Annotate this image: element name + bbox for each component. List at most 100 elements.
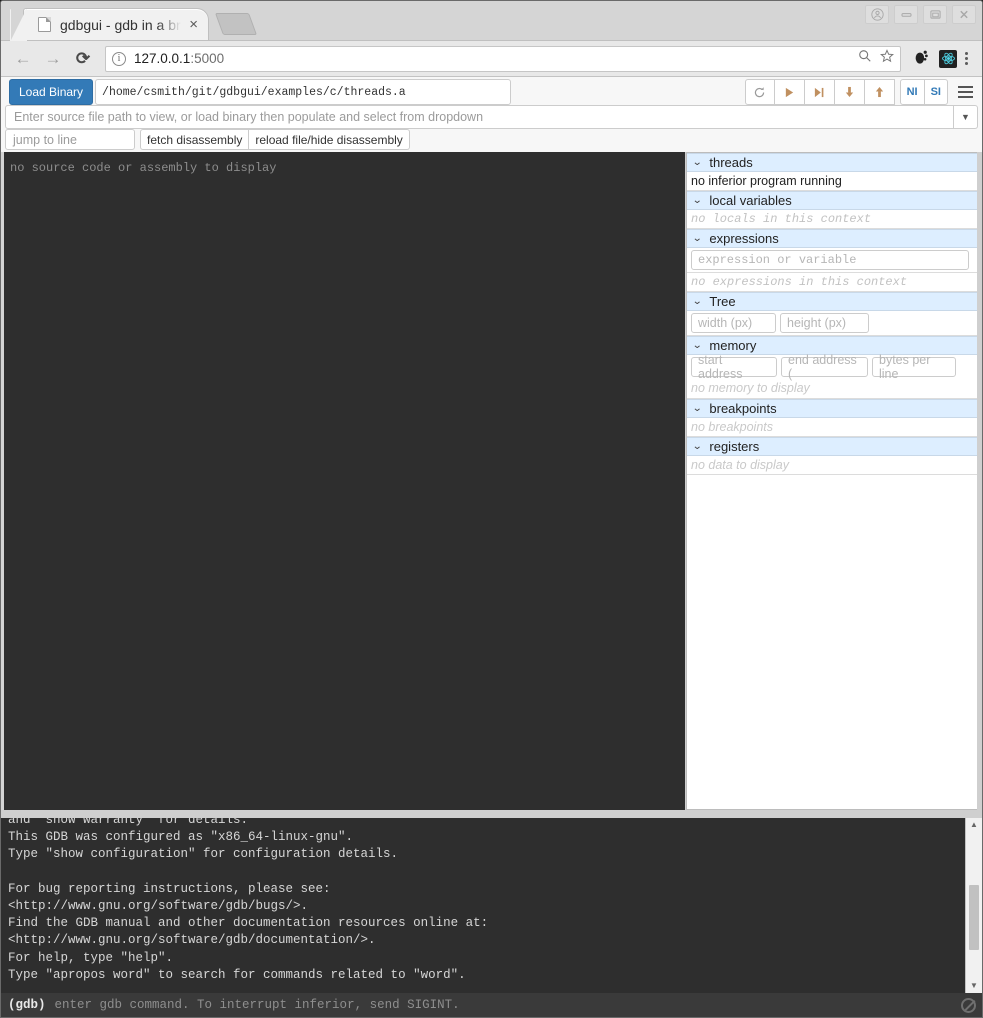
- forward-icon[interactable]: →: [39, 45, 67, 73]
- local-variables-empty-text: no locals in this context: [691, 212, 872, 226]
- section-header-threads[interactable]: ⌄ threads: [687, 153, 977, 172]
- jump-to-line-input[interactable]: jump to line: [5, 129, 135, 150]
- memory-input-row: start address end address ( bytes per li…: [687, 353, 977, 399]
- chevron-down-icon: ⌄: [691, 440, 703, 452]
- registers-body: no data to display: [687, 456, 977, 475]
- console-output: and "show warranty" for details. This GDB…: [1, 818, 965, 993]
- console-line: Find the GDB manual and other documentat…: [8, 916, 489, 931]
- section-header-expressions[interactable]: ⌄ expressions: [687, 229, 977, 248]
- browser-navbar: ← → ⟳ i 127.0.0.1:5000: [1, 41, 982, 77]
- memory-empty-text: no memory to display: [691, 381, 810, 395]
- pane-divider[interactable]: [1, 810, 982, 818]
- expression-input[interactable]: expression or variable: [691, 250, 969, 270]
- chevron-down-icon: ⌄: [691, 339, 703, 351]
- section-header-breakpoints[interactable]: ⌄ breakpoints: [687, 399, 977, 418]
- breakpoints-empty-text: no breakpoints: [691, 420, 774, 434]
- back-icon[interactable]: ←: [9, 45, 37, 73]
- reload-file-button[interactable]: reload file/hide disassembly: [249, 129, 410, 150]
- step-into-button[interactable]: [834, 79, 865, 105]
- tab-strip: gdbgui - gdb in a bro ×: [1, 1, 982, 41]
- browser-window: gdbgui - gdb in a bro × ← → ⟳ i 127.0.0.…: [0, 0, 983, 1018]
- scrollbar-thumb[interactable]: [969, 884, 979, 950]
- chevron-down-icon: ⌄: [691, 295, 703, 307]
- no-entry-icon[interactable]: [961, 998, 976, 1013]
- profile-avatar-icon[interactable]: [865, 5, 889, 24]
- scroll-down-icon[interactable]: ▼: [970, 979, 978, 993]
- scrollbar-track[interactable]: [966, 832, 982, 979]
- memory-end-address-input[interactable]: end address (: [781, 353, 868, 381]
- section-title: registers: [709, 439, 760, 454]
- step-out-button[interactable]: [864, 79, 895, 105]
- source-file-input[interactable]: Enter source file path to view, or load …: [5, 105, 954, 129]
- expressions-input-row: expression or variable: [687, 248, 977, 273]
- site-info-icon[interactable]: i: [112, 51, 126, 66]
- browser-tab-active[interactable]: gdbgui - gdb in a bro ×: [10, 8, 209, 41]
- threads-body: no inferior program running: [687, 172, 977, 191]
- threads-status-text: no inferior program running: [691, 174, 842, 188]
- chrome-menu-icon[interactable]: [959, 52, 974, 65]
- binary-path-input[interactable]: /home/csmith/git/gdbgui/examples/c/threa…: [95, 79, 512, 105]
- local-variables-body: no locals in this context: [687, 210, 977, 229]
- console-scrollbar[interactable]: ▲ ▼: [965, 818, 982, 993]
- load-binary-button[interactable]: Load Binary: [9, 79, 94, 105]
- reload-icon[interactable]: ⟳: [69, 45, 97, 73]
- section-header-local-variables[interactable]: ⌄ local variables: [687, 191, 977, 210]
- step-instruction-button[interactable]: SI: [924, 79, 948, 105]
- gnome-foot-icon[interactable]: [913, 48, 930, 70]
- section-title: Tree: [709, 294, 736, 309]
- settings-menu-icon[interactable]: [952, 79, 978, 105]
- source-code-pane[interactable]: no source code or assembly to display: [1, 152, 685, 810]
- next-button[interactable]: [804, 79, 835, 105]
- continue-button[interactable]: [774, 79, 805, 105]
- close-icon[interactable]: ×: [185, 15, 202, 34]
- expressions-empty-text: no expressions in this context: [691, 275, 908, 289]
- gdb-prompt-row[interactable]: (gdb) enter gdb command. To interrupt in…: [1, 993, 982, 1017]
- tree-width-input[interactable]: width (px): [691, 313, 776, 333]
- new-tab-button[interactable]: [214, 13, 258, 35]
- debug-controls: NI SI: [744, 79, 948, 105]
- chevron-down-icon: ⌄: [691, 232, 703, 244]
- console-line: For bug reporting instructions, please s…: [8, 881, 331, 896]
- console-line: <http://www.gnu.org/software/gdb/documen…: [8, 933, 376, 948]
- section-title: expressions: [709, 231, 779, 246]
- react-devtools-icon[interactable]: [939, 49, 957, 68]
- console-line: For help, type "help".: [8, 950, 174, 965]
- gdb-console: and "show warranty" for details. This GDB…: [1, 818, 982, 1017]
- section-title: breakpoints: [709, 401, 777, 416]
- breakpoints-body: no breakpoints: [687, 418, 977, 437]
- section-title: threads: [709, 155, 753, 170]
- page-viewport: Load Binary /home/csmith/git/gdbgui/exam…: [1, 77, 982, 1017]
- tree-height-input[interactable]: height (px): [780, 313, 869, 333]
- registers-empty-text: no data to display: [691, 458, 789, 472]
- fetch-disassembly-button[interactable]: fetch disassembly: [140, 129, 250, 150]
- main-split: no source code or assembly to display ⌄ …: [1, 152, 982, 810]
- scroll-up-icon[interactable]: ▲: [970, 818, 978, 832]
- console-line: and "show warranty" for details.: [8, 818, 249, 827]
- section-header-registers[interactable]: ⌄ registers: [687, 437, 977, 456]
- window-controls: [865, 5, 976, 24]
- next-instruction-button[interactable]: NI: [899, 79, 925, 105]
- console-line: Type "show configuration" for configurat…: [8, 847, 399, 862]
- minimize-icon[interactable]: [894, 5, 918, 24]
- memory-start-address-input[interactable]: start address: [691, 353, 777, 381]
- restart-button[interactable]: [744, 79, 775, 105]
- bookmark-star-icon[interactable]: [880, 49, 894, 68]
- page-icon: [38, 17, 51, 32]
- gdb-command-input[interactable]: enter gdb command. To interrupt inferior…: [55, 998, 460, 1012]
- console-line: This GDB was configured as "x86_64-linux…: [8, 830, 354, 845]
- close-window-icon[interactable]: [952, 5, 976, 24]
- chevron-down-icon: ⌄: [691, 194, 703, 206]
- section-header-tree[interactable]: ⌄ Tree: [687, 292, 977, 311]
- chevron-down-icon[interactable]: ▼: [954, 105, 978, 129]
- memory-bytes-per-line-input[interactable]: bytes per line: [872, 353, 956, 381]
- chevron-down-icon: ⌄: [691, 156, 703, 168]
- maximize-icon[interactable]: [923, 5, 947, 24]
- search-icon[interactable]: [858, 49, 872, 68]
- address-bar[interactable]: i 127.0.0.1:5000: [105, 45, 901, 72]
- console-line: Type "apropos word" to search for comman…: [8, 967, 466, 982]
- tree-input-row: width (px) height (px): [687, 311, 977, 336]
- section-title: memory: [709, 338, 757, 353]
- expressions-body: no expressions in this context: [687, 273, 977, 292]
- jump-to-line-row: jump to line fetch disassembly reload fi…: [1, 129, 982, 152]
